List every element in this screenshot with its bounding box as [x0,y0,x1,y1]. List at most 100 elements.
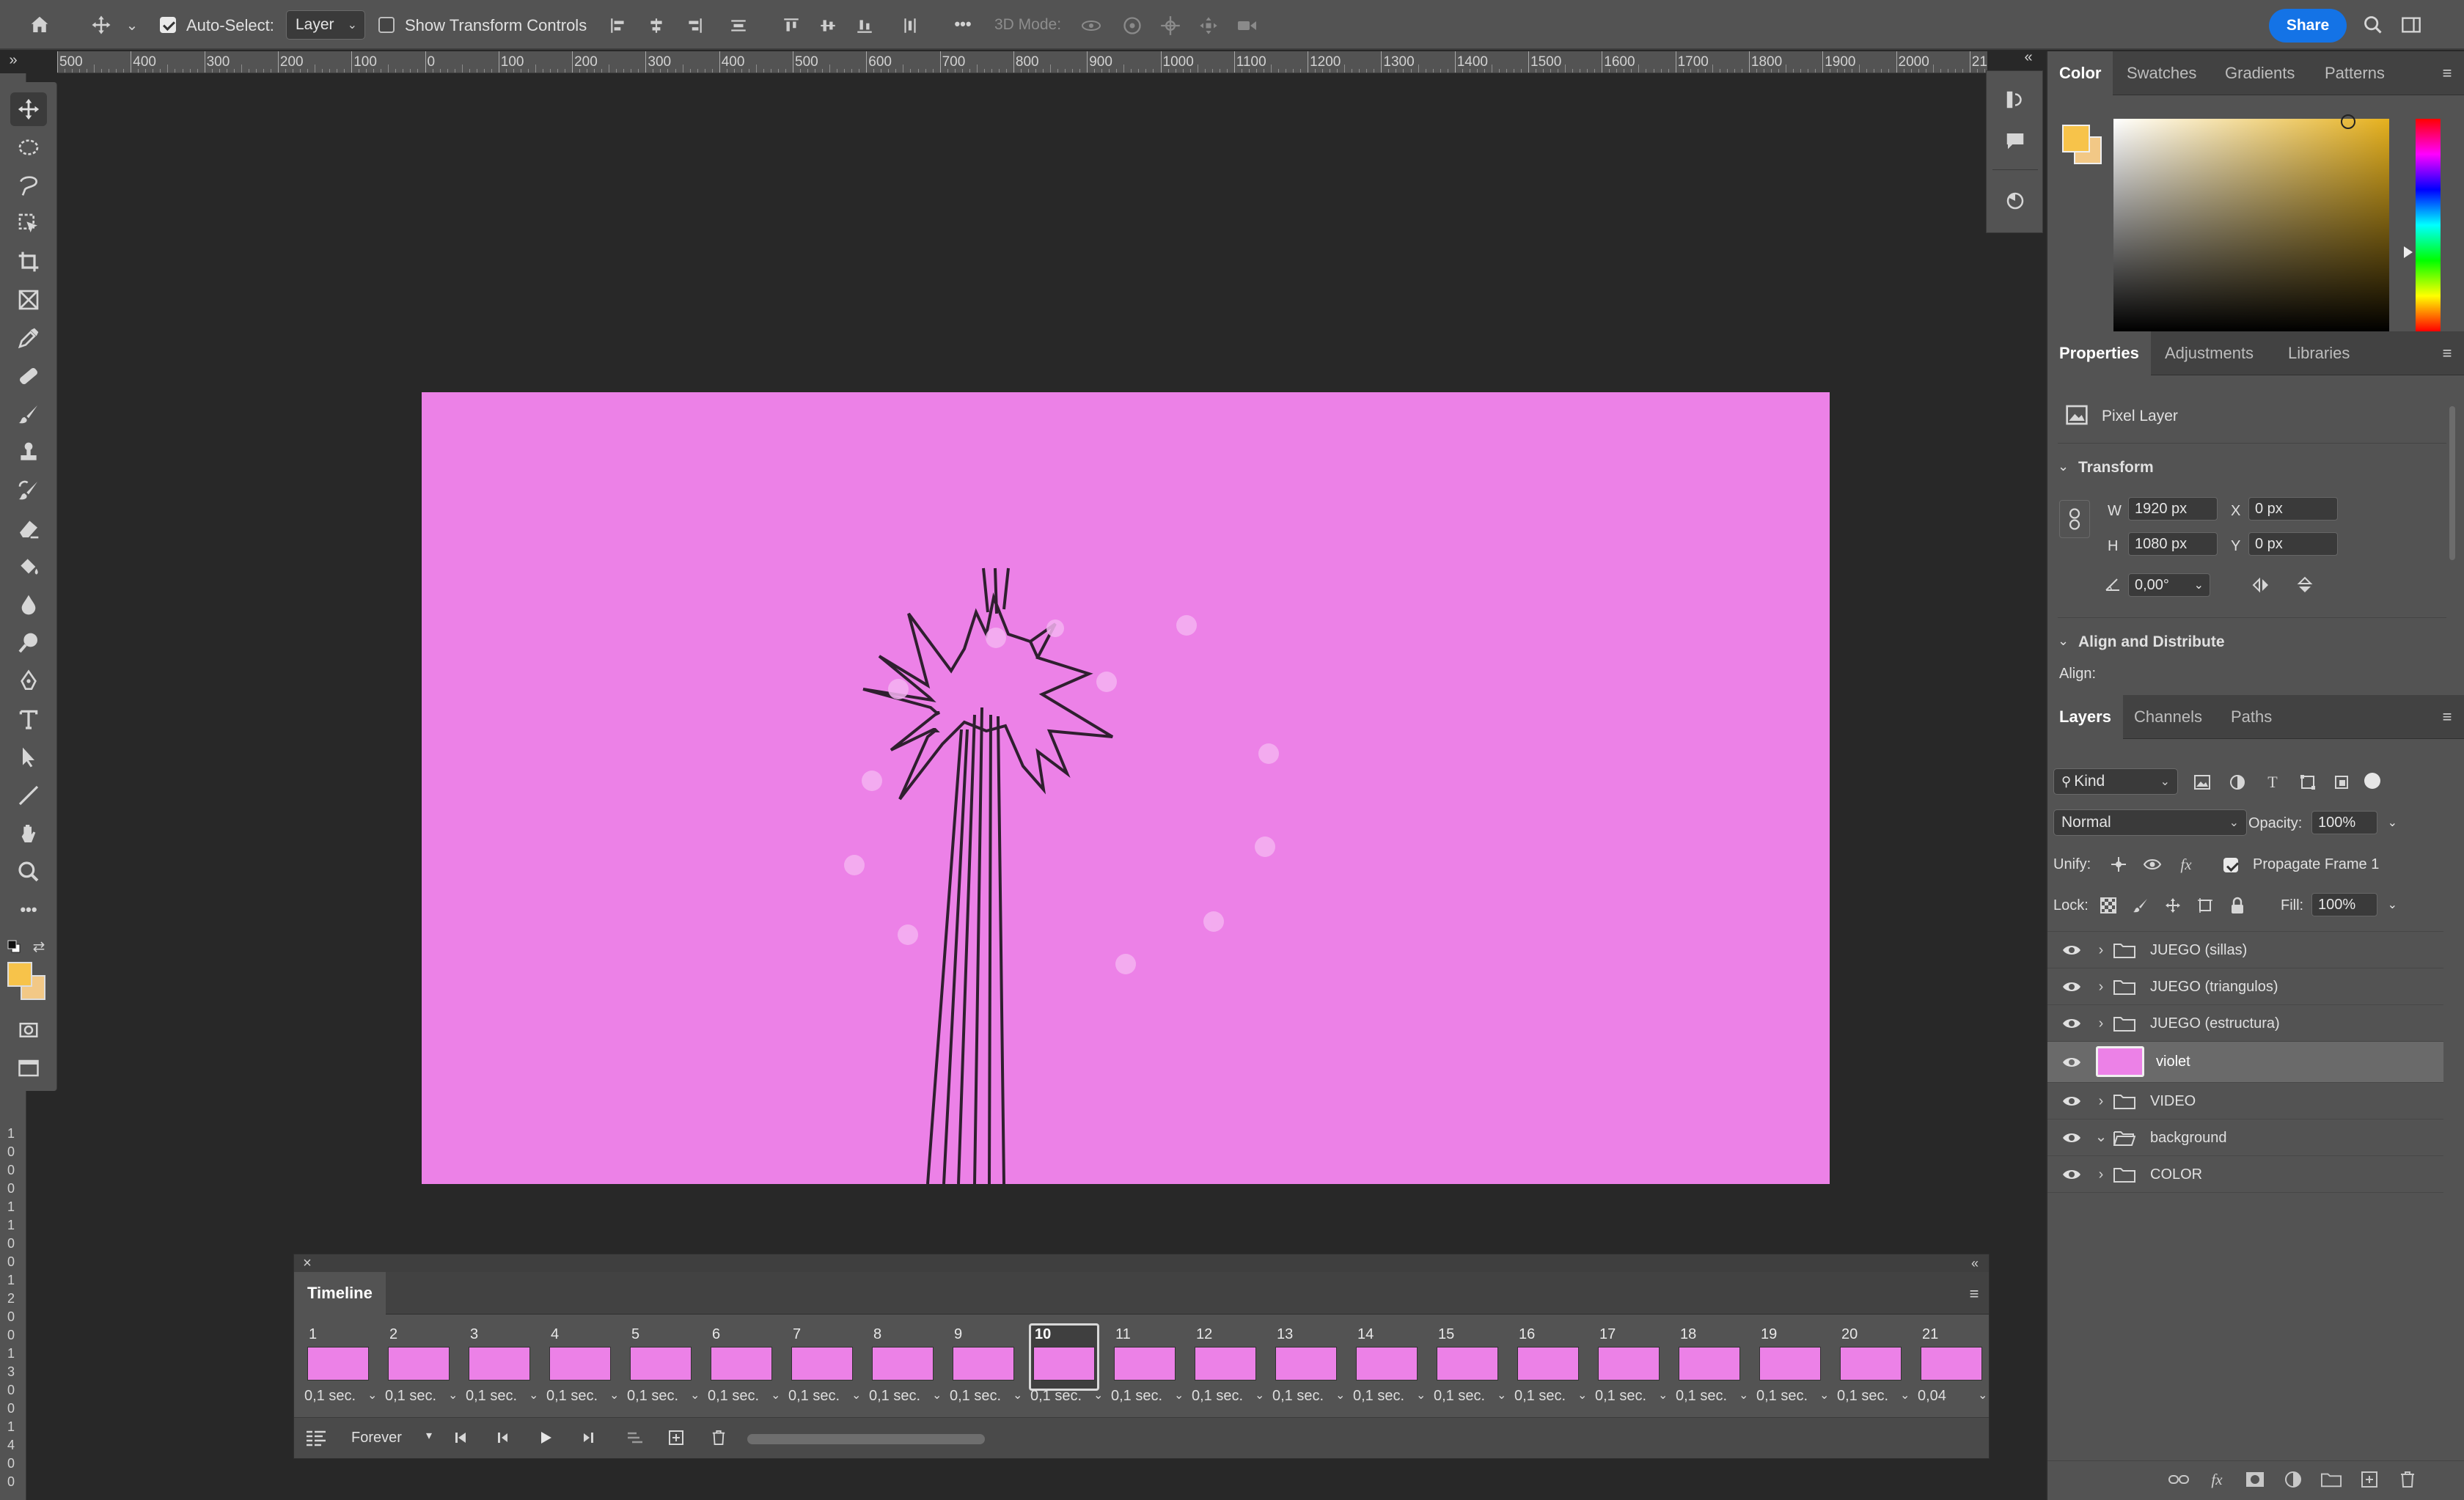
frame-duration[interactable]: 0,1 sec. [708,1388,759,1405]
next-frame-icon[interactable] [577,1427,599,1449]
lock-all-icon[interactable] [2226,894,2248,916]
color-picker-handle[interactable] [2341,114,2355,129]
frame-duration[interactable]: 0,1 sec. [1434,1388,1485,1405]
paint-bucket-tool-icon[interactable] [10,550,47,584]
layer-style-icon[interactable]: fx [2204,1468,2229,1490]
zoom-tool-icon[interactable] [10,855,47,889]
timeline-frame[interactable]: 2 0,1 sec. ⌄ [381,1322,458,1410]
collapse-panels-icon[interactable]: « [2020,48,2037,66]
align-bottom-icon[interactable] [852,13,877,38]
filter-shape-icon[interactable] [2297,771,2319,793]
layer-row-video[interactable]: › VIDEO [2047,1083,2443,1120]
frame-duration[interactable]: 0,1 sec. [385,1388,436,1405]
unify-visibility-icon[interactable] [2141,853,2163,875]
history-icon[interactable] [2001,86,2029,114]
frame-duration[interactable]: 0,1 sec. [304,1388,356,1405]
chevron-down-icon[interactable]: ⌄ [1739,1388,1748,1402]
chevron-down-icon[interactable]: ⌄ [2058,459,2069,474]
chevron-down-icon[interactable]: ⌄ [1174,1388,1184,1402]
timeline-frame[interactable]: 15 0,1 sec. ⌄ [1429,1322,1506,1410]
share-button[interactable]: Share [2269,9,2347,43]
timeline-frame[interactable]: 7 0,1 sec. ⌄ [784,1322,861,1410]
frame-duration[interactable]: 0,1 sec. [546,1388,598,1405]
chevron-down-icon[interactable]: ⌄ [609,1388,619,1402]
chevron-down-icon[interactable]: ⌄ [1577,1388,1587,1402]
lock-artboard-icon[interactable] [2194,894,2216,916]
timeline-frame[interactable]: 17 0,1 sec. ⌄ [1591,1322,1668,1410]
tab-gradients[interactable]: Gradients [2225,51,2295,95]
timeline-frame[interactable]: 13 0,1 sec. ⌄ [1268,1322,1345,1410]
chevron-down-icon[interactable]: ⌄ [1819,1388,1829,1402]
align-right-icon[interactable] [682,13,707,38]
transform-header[interactable]: Transform [2078,459,2154,477]
chevron-down-icon[interactable]: ⌄ [2058,633,2069,649]
align-left-icon[interactable] [606,13,631,38]
layer-row-juego-triangulos[interactable]: › JUEGO (triangulos) [2047,968,2443,1005]
visibility-eye-icon[interactable] [2061,977,2083,996]
chevron-down-icon[interactable]: ⌄ [1416,1388,1426,1402]
workspace-icon[interactable] [2398,12,2424,38]
chevron-down-icon[interactable]: ⌄ [1255,1388,1264,1402]
show-transform-checkbox[interactable] [378,17,395,33]
width-field[interactable]: 1920 px [2128,497,2218,521]
timeline-frame[interactable]: 4 0,1 sec. ⌄ [542,1322,619,1410]
panel-menu-icon[interactable]: ≡ [2436,343,2458,364]
pen-tool-icon[interactable] [10,664,47,698]
layer-row-background[interactable]: ⌄ background [2047,1120,2443,1156]
stamp-tool-icon[interactable] [10,435,47,469]
add-mask-icon[interactable] [2243,1468,2267,1490]
loop-dropdown-icon[interactable]: ▾ [426,1428,432,1443]
timeline-scrollbar[interactable] [747,1434,985,1444]
frame-duration[interactable]: 0,1 sec. [1272,1388,1324,1405]
propagate-frame-checkbox[interactable] [2223,858,2238,872]
frame-duration[interactable]: 0,1 sec. [788,1388,840,1405]
timeline-frame[interactable]: 11 0,1 sec. ⌄ [1107,1322,1184,1410]
timeline-frame[interactable]: 10 0,1 sec. ⌄ [1026,1322,1103,1410]
chevron-down-icon[interactable]: ⌄ [1335,1388,1345,1402]
height-field[interactable]: 1080 px [2128,532,2218,556]
brush-tool-icon[interactable] [10,397,47,431]
chevron-down-icon[interactable]: ⌄ [2093,1127,2109,1146]
timeline-frame[interactable]: 3 0,1 sec. ⌄ [461,1322,538,1410]
tab-channels[interactable]: Channels [2134,695,2202,739]
crop-tool-icon[interactable] [10,245,47,279]
filter-pixel-icon[interactable] [2191,771,2213,793]
visibility-eye-icon[interactable] [2061,941,2083,960]
color-field[interactable] [2113,119,2389,331]
adjust-icon[interactable] [2001,187,2029,215]
home-icon[interactable] [25,10,54,40]
frame-duration[interactable]: 0,1 sec. [1676,1388,1727,1405]
y-field[interactable]: 0 px [2248,532,2338,556]
chevron-down-icon[interactable]: ⌄ [851,1388,861,1402]
comments-icon[interactable] [2001,127,2029,155]
hue-slider-handle[interactable] [2404,246,2413,258]
play-icon[interactable] [535,1427,557,1449]
chevron-down-icon[interactable]: ⌄ [1013,1388,1022,1402]
filter-toggle-icon[interactable] [2364,773,2380,789]
panel-menu-icon[interactable]: ≡ [2436,63,2458,84]
visibility-eye-icon[interactable] [2061,1165,2083,1184]
opacity-field[interactable]: 100% ⌄ [2311,811,2397,834]
auto-select-checkbox[interactable] [160,17,176,33]
chevron-down-icon[interactable]: ⌄ [1093,1388,1103,1402]
frame-duration[interactable]: 0,1 sec. [627,1388,678,1405]
duplicate-frame-icon[interactable] [665,1427,687,1449]
align-middle-v-icon[interactable] [815,13,840,38]
chevron-down-icon[interactable]: ⌄ [1978,1388,1987,1402]
healing-tool-icon[interactable] [10,359,47,393]
flip-vertical-icon[interactable] [2292,573,2317,597]
timeline-frame[interactable]: 9 0,1 sec. ⌄ [945,1322,1022,1410]
tab-patterns[interactable]: Patterns [2325,51,2385,95]
chevron-down-icon[interactable]: ⌄ [1658,1388,1668,1402]
auto-select-target-dropdown[interactable]: Layer ⌄ [286,10,365,40]
hand-tool-icon[interactable] [10,817,47,850]
timeline-frame[interactable]: 18 0,1 sec. ⌄ [1671,1322,1748,1410]
visibility-eye-icon[interactable] [2061,1128,2083,1147]
flip-horizontal-icon[interactable] [2248,573,2273,597]
frame-duration[interactable]: 0,1 sec. [1111,1388,1162,1405]
blend-mode-dropdown[interactable]: Normal ⌄ [2053,809,2247,836]
chevron-down-icon[interactable]: ⌄ [529,1388,538,1402]
visibility-eye-icon[interactable] [2061,1092,2083,1111]
previous-frame-icon[interactable] [492,1427,514,1449]
first-frame-icon[interactable] [450,1427,472,1449]
